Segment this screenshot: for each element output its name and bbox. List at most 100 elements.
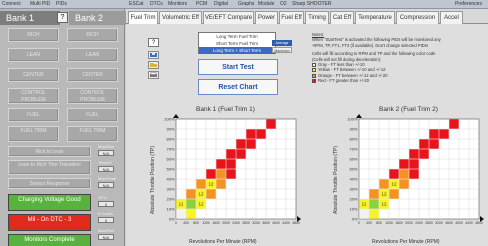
start-test-button[interactable]: Start Test [198,59,278,75]
bank1-fuel-button[interactable]: FUEL [8,108,59,122]
heatmap-cell [246,139,256,149]
y-tick-label: 0% [169,217,175,222]
color-key-label: Gray - FT less than +/-10 [318,62,365,68]
x-tick-label: 1600 [212,221,220,225]
help-button[interactable]: ? [148,38,159,47]
x-tick-label: 4400 [282,221,290,225]
y-tick-label: 100% [164,117,175,122]
bank2-fuel-trim-button[interactable]: FUEL TRIM [67,126,118,142]
heatmap-cell [429,129,439,139]
bank2-fuel-button[interactable]: FUEL [67,108,118,122]
heatmap-cell [186,189,196,199]
menu-item[interactable]: PIDs [56,1,67,7]
tab-accel[interactable]: Accel [440,11,463,24]
menu-item[interactable]: Monitors [168,1,187,7]
heatmap-cell [419,139,429,149]
y-tick-label: 30% [349,187,357,192]
tab-cat-eff[interactable]: Cat Eff [330,11,354,24]
average-button[interactable]: Average [272,40,292,46]
tab-ve-eft-compare[interactable]: VE/EFT Compare [203,11,254,24]
y-tick-label: 30% [166,187,174,192]
x-tick-label: 3200 [252,221,260,225]
x-tick-label: 0 [358,221,360,225]
x-tick-label: 3600 [445,221,453,225]
color-swatch [312,68,316,73]
tab-fuel-trim[interactable]: Fuel Trim [128,11,158,24]
y-tick-label: 20% [166,197,174,202]
cell-label: 12 [208,182,214,187]
bank1-center-button[interactable]: CENTER [8,68,59,82]
monitors-status[interactable]: Monitors Complete [8,234,91,246]
menu-item[interactable]: O2 [280,1,287,7]
y-tick-label: 60% [166,157,174,162]
heatmap-cell [256,129,266,139]
tab-volumetric-eff[interactable]: Volumetric Eff [159,11,202,24]
maximum-button[interactable]: Maximum [272,47,292,53]
bank1-rich-button[interactable]: RICH [8,28,59,42]
heatmap-cell [206,189,216,199]
list-item[interactable]: Short Term Fuel Trim [199,40,275,47]
bank1-fuel-trim-heatmap: 11 12 12 12 0% 10% 20% 30% 40% 50% 60% 70% 80% 90% 100… [164,114,301,225]
x-tick-label: 4000 [455,221,463,225]
x-tick-label: 2800 [425,221,433,225]
bank2-lean-button[interactable]: LEAN [67,48,118,62]
x-tick-label: 4800 [292,221,300,225]
menu-item[interactable]: Module [258,1,274,7]
sensor-response-button[interactable]: Sensor Response [8,178,91,189]
heatmap-cell [226,149,236,159]
heatmap-cell [216,169,226,179]
side-label: Mod/Run [98,228,115,233]
x-tick-label: 1600 [395,221,403,225]
fuel-trim-type-list[interactable]: Long Term Fuel Trim Short Term Fuel Trim… [198,32,276,54]
menu-item[interactable]: Preferences [455,1,482,7]
x-tick-label: 400 [183,221,189,225]
menu-item[interactable]: Graphs [238,1,254,7]
bank2-header[interactable]: Bank 2 [69,11,129,25]
tab-fuel-eff[interactable]: Fuel Eff [279,11,304,24]
lean-to-rich-button[interactable]: Lean to Rich Trim Transition [8,160,91,175]
menu-item[interactable]: Sharp SHOOTER [292,1,331,7]
bank2-rich-button[interactable]: RICH [67,28,118,42]
reset-chart-button[interactable]: Reset Chart [198,79,278,95]
y-tick-label: 70% [166,147,174,152]
bank1-lean-button[interactable]: LEAN [8,48,59,62]
x-tick-label: 2400 [415,221,423,225]
open-icon[interactable] [148,61,159,69]
x-tick-label: 0 [175,221,177,225]
bank1-x-axis-label: Revolutions Per Minute (RPM) [189,239,257,245]
menu-item[interactable]: Multi PID [30,1,50,7]
y-tick-label: 80% [166,137,174,142]
x-tick-label: 3600 [262,221,270,225]
tab-timing[interactable]: Timing [305,11,329,24]
menu-item[interactable]: Digital [214,1,228,7]
mil-status[interactable]: Mil - On DTC - 3 [8,214,91,231]
tab-compression[interactable]: Compression [396,11,439,24]
bank-help-button[interactable]: ? [57,12,68,23]
x-tick-label: 1200 [202,221,210,225]
bank1-control-problem-button[interactable]: CONTROL PROBLEM [8,88,59,104]
side-label: %TX [98,195,107,200]
x-tick-label: 4800 [475,221,483,225]
charging-voltage-status[interactable]: Charging Voltage Good [8,194,91,211]
menu-item[interactable]: PCM [196,1,207,7]
bank2-control-problem-button[interactable]: CONTROL PROBLEM [67,88,118,104]
bank1-header[interactable]: Bank 1 [0,11,60,25]
list-item[interactable]: Long Term Fuel Trim [199,33,275,40]
heatmap-cell [439,129,449,139]
bank2-fuel-trim-heatmap: 11 12 12 12 0% 10% 20% 30% 40% 50% 60% 70% 80% 90% 100… [347,114,484,225]
tab-temperature[interactable]: Temperature [355,11,395,24]
bank2-center-button[interactable]: CENTER [67,68,118,82]
list-item-selected[interactable]: Long Term + Short Term [199,47,275,54]
tab-power[interactable]: Power [255,11,278,24]
y-tick-label: 70% [349,147,357,152]
menu-item[interactable]: Connect [2,1,21,7]
rich-to-lean-button[interactable]: Rich to Lean [8,146,91,157]
heatmap-cell [226,159,236,169]
menu-item[interactable]: DTCs [150,1,163,7]
save-icon[interactable] [148,51,159,59]
menu-item[interactable]: ESCat [129,1,143,7]
heatmap-cell [419,149,429,159]
print-icon[interactable] [148,71,159,79]
bank1-fuel-trim-button[interactable]: FUEL TRIM [8,126,59,142]
color-key-label: Red - FT greater than +/-20 [318,78,370,84]
